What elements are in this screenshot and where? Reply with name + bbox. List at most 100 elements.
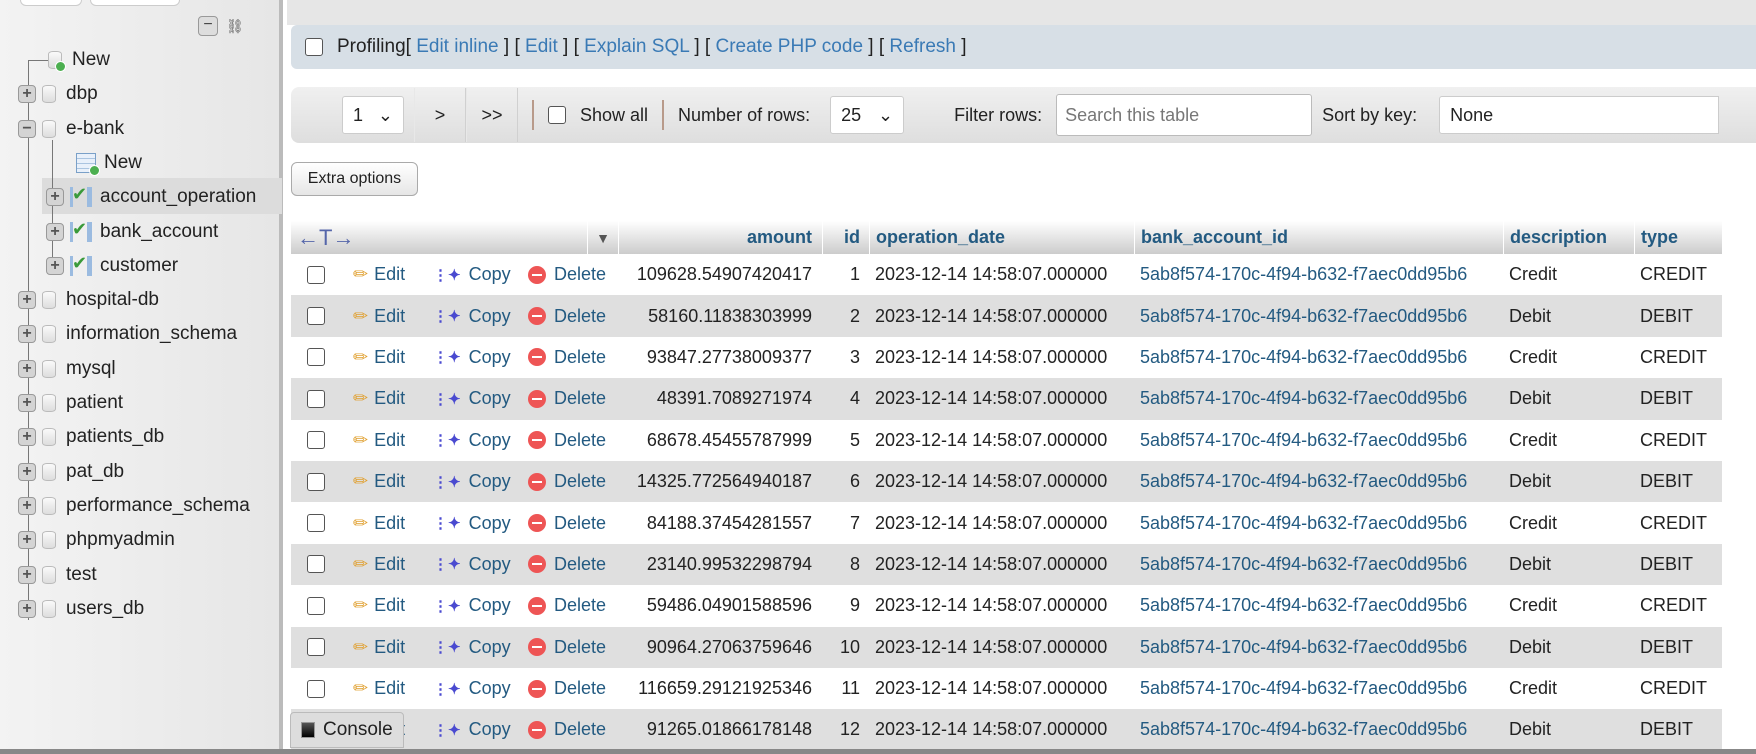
cell-bank-account-id[interactable]: 5ab8f574-170c-4f94-b632-f7aec0dd95b6	[1134, 627, 1501, 668]
expand-icon[interactable]: +	[18, 359, 36, 378]
edit-button[interactable]: ✏Edit	[353, 254, 405, 295]
sidebar-item-bank-account[interactable]: + bank_account	[46, 217, 218, 247]
copy-button[interactable]: ⋮✦ Copy	[433, 461, 511, 502]
cell-bank-account-id[interactable]: 5ab8f574-170c-4f94-b632-f7aec0dd95b6	[1134, 585, 1501, 626]
expand-icon[interactable]: +	[46, 188, 64, 207]
sidebar-item-pat-db[interactable]: + pat_db	[18, 457, 124, 487]
sidebar-item-information-schema[interactable]: + information_schema	[18, 319, 237, 349]
expand-icon[interactable]: +	[18, 531, 36, 550]
copy-button[interactable]: ⋮✦ Copy	[433, 627, 511, 668]
expand-icon[interactable]: +	[18, 496, 36, 515]
expand-icon[interactable]: +	[46, 256, 64, 275]
link-with-main-icon[interactable]: ⛓	[226, 18, 244, 35]
delete-button[interactable]: Delete	[528, 420, 606, 461]
row-checkbox[interactable]	[307, 461, 325, 502]
profiling-link-edit[interactable]: Edit	[525, 36, 558, 57]
copy-button[interactable]: ⋮✦ Copy	[433, 544, 511, 585]
cell-bank-account-id[interactable]: 5ab8f574-170c-4f94-b632-f7aec0dd95b6	[1134, 502, 1501, 543]
row-checkbox[interactable]	[307, 585, 325, 626]
expand-icon[interactable]: +	[46, 222, 64, 241]
row-checkbox[interactable]	[307, 668, 325, 709]
copy-button[interactable]: ⋮✦ Copy	[433, 295, 511, 336]
horizontal-scrollbar[interactable]	[0, 749, 1756, 754]
sidebar-item-customer[interactable]: + customer	[46, 251, 178, 281]
edit-button[interactable]: ✏Edit	[353, 461, 405, 502]
column-header-bank-account-id[interactable]: bank_account_id	[1134, 221, 1501, 254]
edit-button[interactable]: ✏Edit	[353, 378, 405, 419]
column-header-operation-date[interactable]: operation_date	[869, 221, 1131, 254]
sidebar-item-e-bank[interactable]: − e-bank	[18, 114, 124, 144]
column-header-type[interactable]: type	[1634, 221, 1722, 254]
edit-button[interactable]: ✏Edit	[353, 502, 405, 543]
cell-bank-account-id[interactable]: 5ab8f574-170c-4f94-b632-f7aec0dd95b6	[1134, 461, 1501, 502]
rows-select[interactable]: 25 ⌄	[830, 96, 905, 134]
sidebar-item-test[interactable]: + test	[18, 560, 97, 590]
cell-bank-account-id[interactable]: 5ab8f574-170c-4f94-b632-f7aec0dd95b6	[1134, 295, 1501, 336]
edit-button[interactable]: ✏Edit	[353, 420, 405, 461]
cell-bank-account-id[interactable]: 5ab8f574-170c-4f94-b632-f7aec0dd95b6	[1134, 254, 1501, 295]
profiling-checkbox[interactable]	[305, 38, 323, 56]
next-page-button[interactable]: >	[414, 88, 466, 142]
sidebar-item-phpmyadmin[interactable]: + phpmyadmin	[18, 525, 175, 555]
delete-button[interactable]: Delete	[528, 544, 606, 585]
expand-icon[interactable]: +	[18, 85, 36, 104]
cell-bank-account-id[interactable]: 5ab8f574-170c-4f94-b632-f7aec0dd95b6	[1134, 420, 1501, 461]
profiling-link-edit-inline[interactable]: Edit inline	[416, 36, 498, 57]
expand-icon[interactable]: +	[18, 394, 36, 412]
cell-bank-account-id[interactable]: 5ab8f574-170c-4f94-b632-f7aec0dd95b6	[1134, 337, 1501, 378]
edit-button[interactable]: ✏Edit	[353, 627, 405, 668]
copy-button[interactable]: ⋮✦ Copy	[433, 378, 511, 419]
expand-icon[interactable]: +	[18, 428, 36, 447]
row-checkbox[interactable]	[307, 627, 325, 668]
delete-button[interactable]: Delete	[528, 585, 606, 626]
edit-button[interactable]: ✏Edit	[353, 295, 405, 336]
delete-button[interactable]: Delete	[528, 295, 606, 336]
collapse-all-icon[interactable]: −	[198, 16, 218, 36]
sidebar-item-dbp[interactable]: + dbp	[18, 79, 98, 109]
edit-button[interactable]: ✏Edit	[353, 544, 405, 585]
profiling-link-refresh[interactable]: Refresh	[889, 36, 956, 57]
delete-button[interactable]: Delete	[528, 337, 606, 378]
profiling-link-create-php-code[interactable]: Create PHP code	[716, 36, 864, 57]
edit-button[interactable]: ✏Edit	[353, 668, 405, 709]
collapse-icon[interactable]: −	[18, 119, 36, 138]
cell-bank-account-id[interactable]: 5ab8f574-170c-4f94-b632-f7aec0dd95b6	[1134, 668, 1501, 709]
copy-button[interactable]: ⋮✦ Copy	[433, 585, 511, 626]
column-resize-arrows-icon[interactable]: ←T→	[297, 221, 587, 254]
sidebar-item-account-operation[interactable]: + account_operation	[46, 182, 256, 212]
expand-icon[interactable]: +	[18, 291, 36, 310]
console-toggle[interactable]: Console	[290, 712, 404, 748]
copy-button[interactable]: ⋮✦ Copy	[433, 420, 511, 461]
row-checkbox[interactable]	[307, 378, 325, 419]
extra-options-button[interactable]: Extra options	[291, 162, 418, 196]
expand-icon[interactable]: +	[18, 599, 36, 618]
delete-button[interactable]: Delete	[528, 502, 606, 543]
sidebar-top-button[interactable]	[90, 0, 180, 6]
page-select[interactable]: 1 ⌄	[342, 96, 404, 134]
cell-bank-account-id[interactable]: 5ab8f574-170c-4f94-b632-f7aec0dd95b6	[1134, 544, 1501, 585]
sidebar-top-button[interactable]	[20, 0, 82, 6]
delete-button[interactable]: Delete	[528, 709, 606, 750]
copy-button[interactable]: ⋮✦ Copy	[433, 709, 511, 750]
copy-button[interactable]: ⋮✦ Copy	[433, 502, 511, 543]
delete-button[interactable]: Delete	[528, 627, 606, 668]
show-all-checkbox[interactable]	[548, 106, 566, 124]
delete-button[interactable]: Delete	[528, 461, 606, 502]
expand-icon[interactable]: +	[18, 565, 36, 584]
sidebar-item-New[interactable]: New	[76, 148, 142, 178]
row-checkbox[interactable]	[307, 420, 325, 461]
row-checkbox[interactable]	[307, 295, 325, 336]
sidebar-item-performance-schema[interactable]: + performance_schema	[18, 491, 250, 521]
sidebar-item-users-db[interactable]: + users_db	[18, 594, 144, 624]
expand-icon[interactable]: +	[18, 325, 36, 344]
edit-button[interactable]: ✏Edit	[353, 585, 405, 626]
column-header-amount[interactable]: amount	[618, 221, 818, 254]
copy-button[interactable]: ⋮✦ Copy	[433, 254, 511, 295]
column-header-id[interactable]: id	[822, 221, 866, 254]
column-header-description[interactable]: description	[1503, 221, 1631, 254]
cell-bank-account-id[interactable]: 5ab8f574-170c-4f94-b632-f7aec0dd95b6	[1134, 378, 1501, 419]
delete-button[interactable]: Delete	[528, 668, 606, 709]
delete-button[interactable]: Delete	[528, 254, 606, 295]
filter-rows-input[interactable]: Search this table	[1056, 94, 1313, 136]
column-menu-triangle-icon[interactable]: ▼	[587, 221, 618, 254]
